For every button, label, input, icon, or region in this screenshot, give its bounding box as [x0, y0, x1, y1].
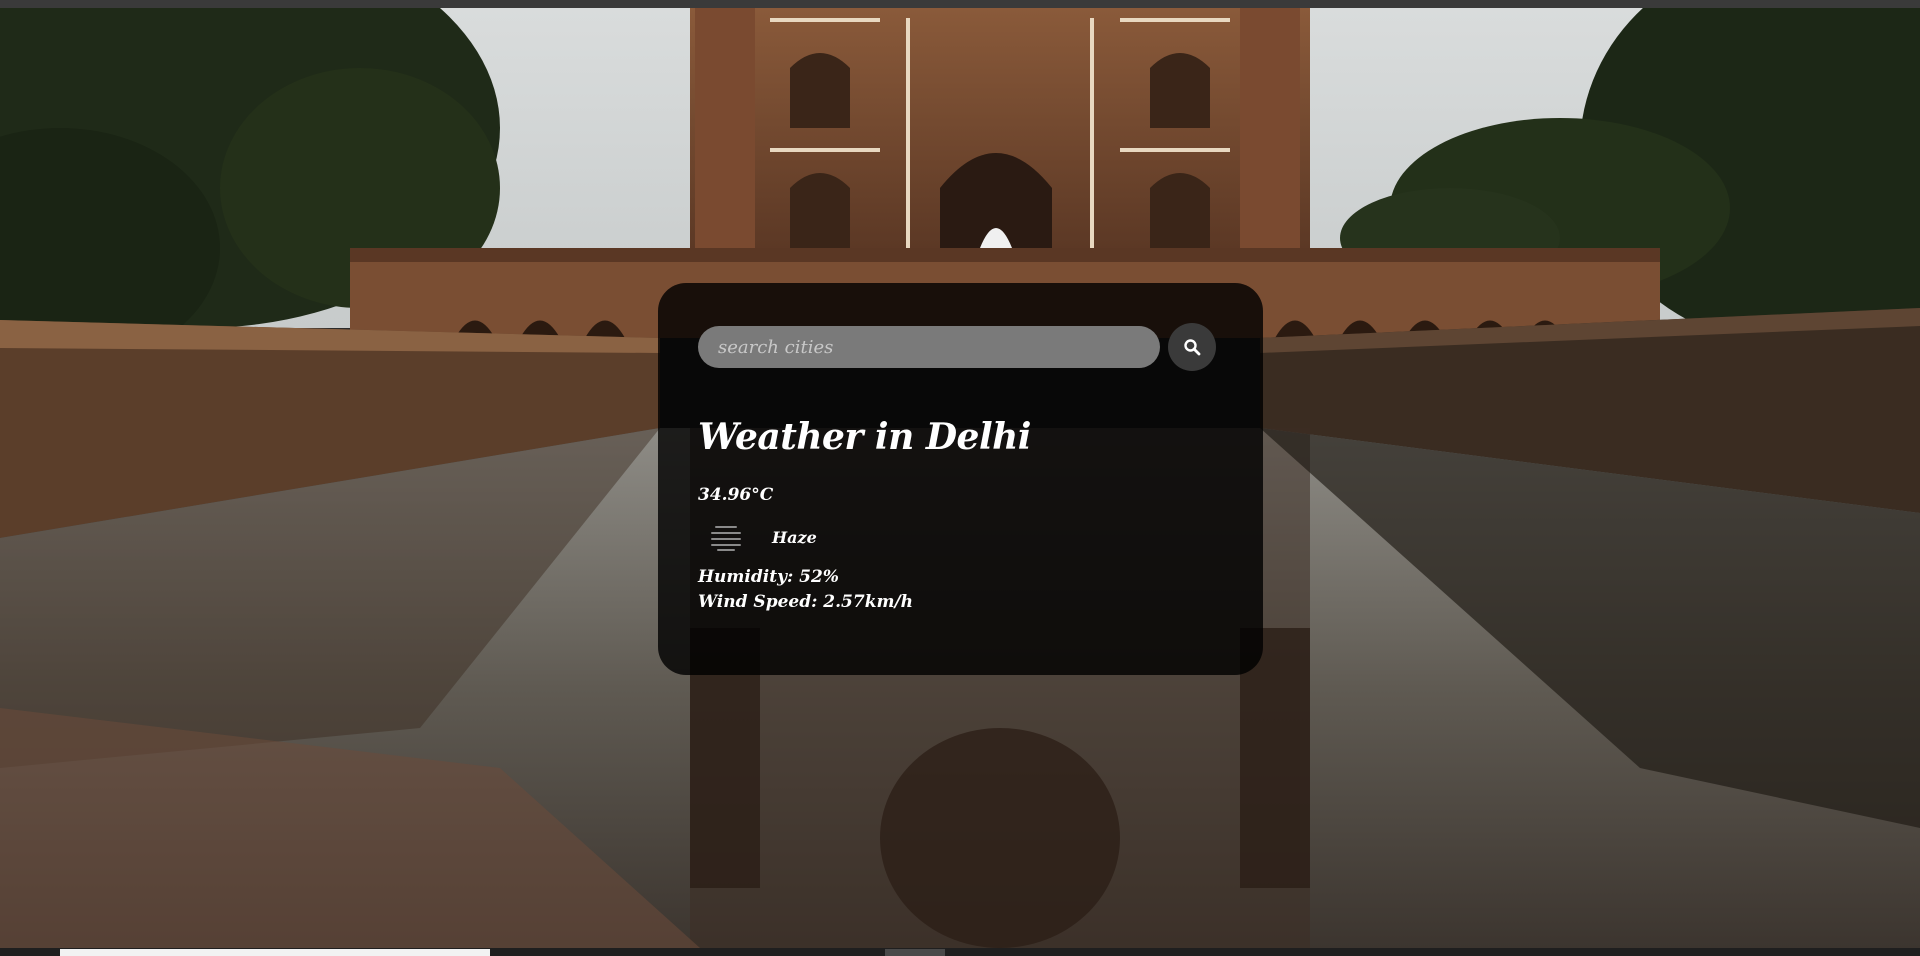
window-bottom-strip	[0, 948, 1920, 956]
temperature: 34.96°C	[698, 485, 774, 505]
weather-card: Weather in Delhi 34.96°C Haze Humidity: …	[658, 283, 1263, 675]
condition-row: Haze	[698, 519, 1223, 555]
wind-speed: Wind Speed: 2.57km/h	[698, 592, 914, 612]
humidity: Humidity: 52%	[698, 567, 839, 587]
weather-details: Humidity: 52% Wind Speed: 2.57km/h	[698, 565, 1223, 615]
search-bar	[698, 323, 1223, 371]
condition-label: Haze	[772, 527, 817, 547]
search-button[interactable]	[1168, 323, 1216, 371]
search-icon	[1184, 339, 1201, 356]
haze-icon	[698, 519, 754, 555]
search-input[interactable]	[698, 326, 1160, 368]
bottom-tab	[885, 949, 945, 956]
bottom-tab-active	[60, 949, 490, 956]
window-top-strip	[0, 0, 1920, 8]
city-title: Weather in Delhi	[698, 416, 1031, 458]
